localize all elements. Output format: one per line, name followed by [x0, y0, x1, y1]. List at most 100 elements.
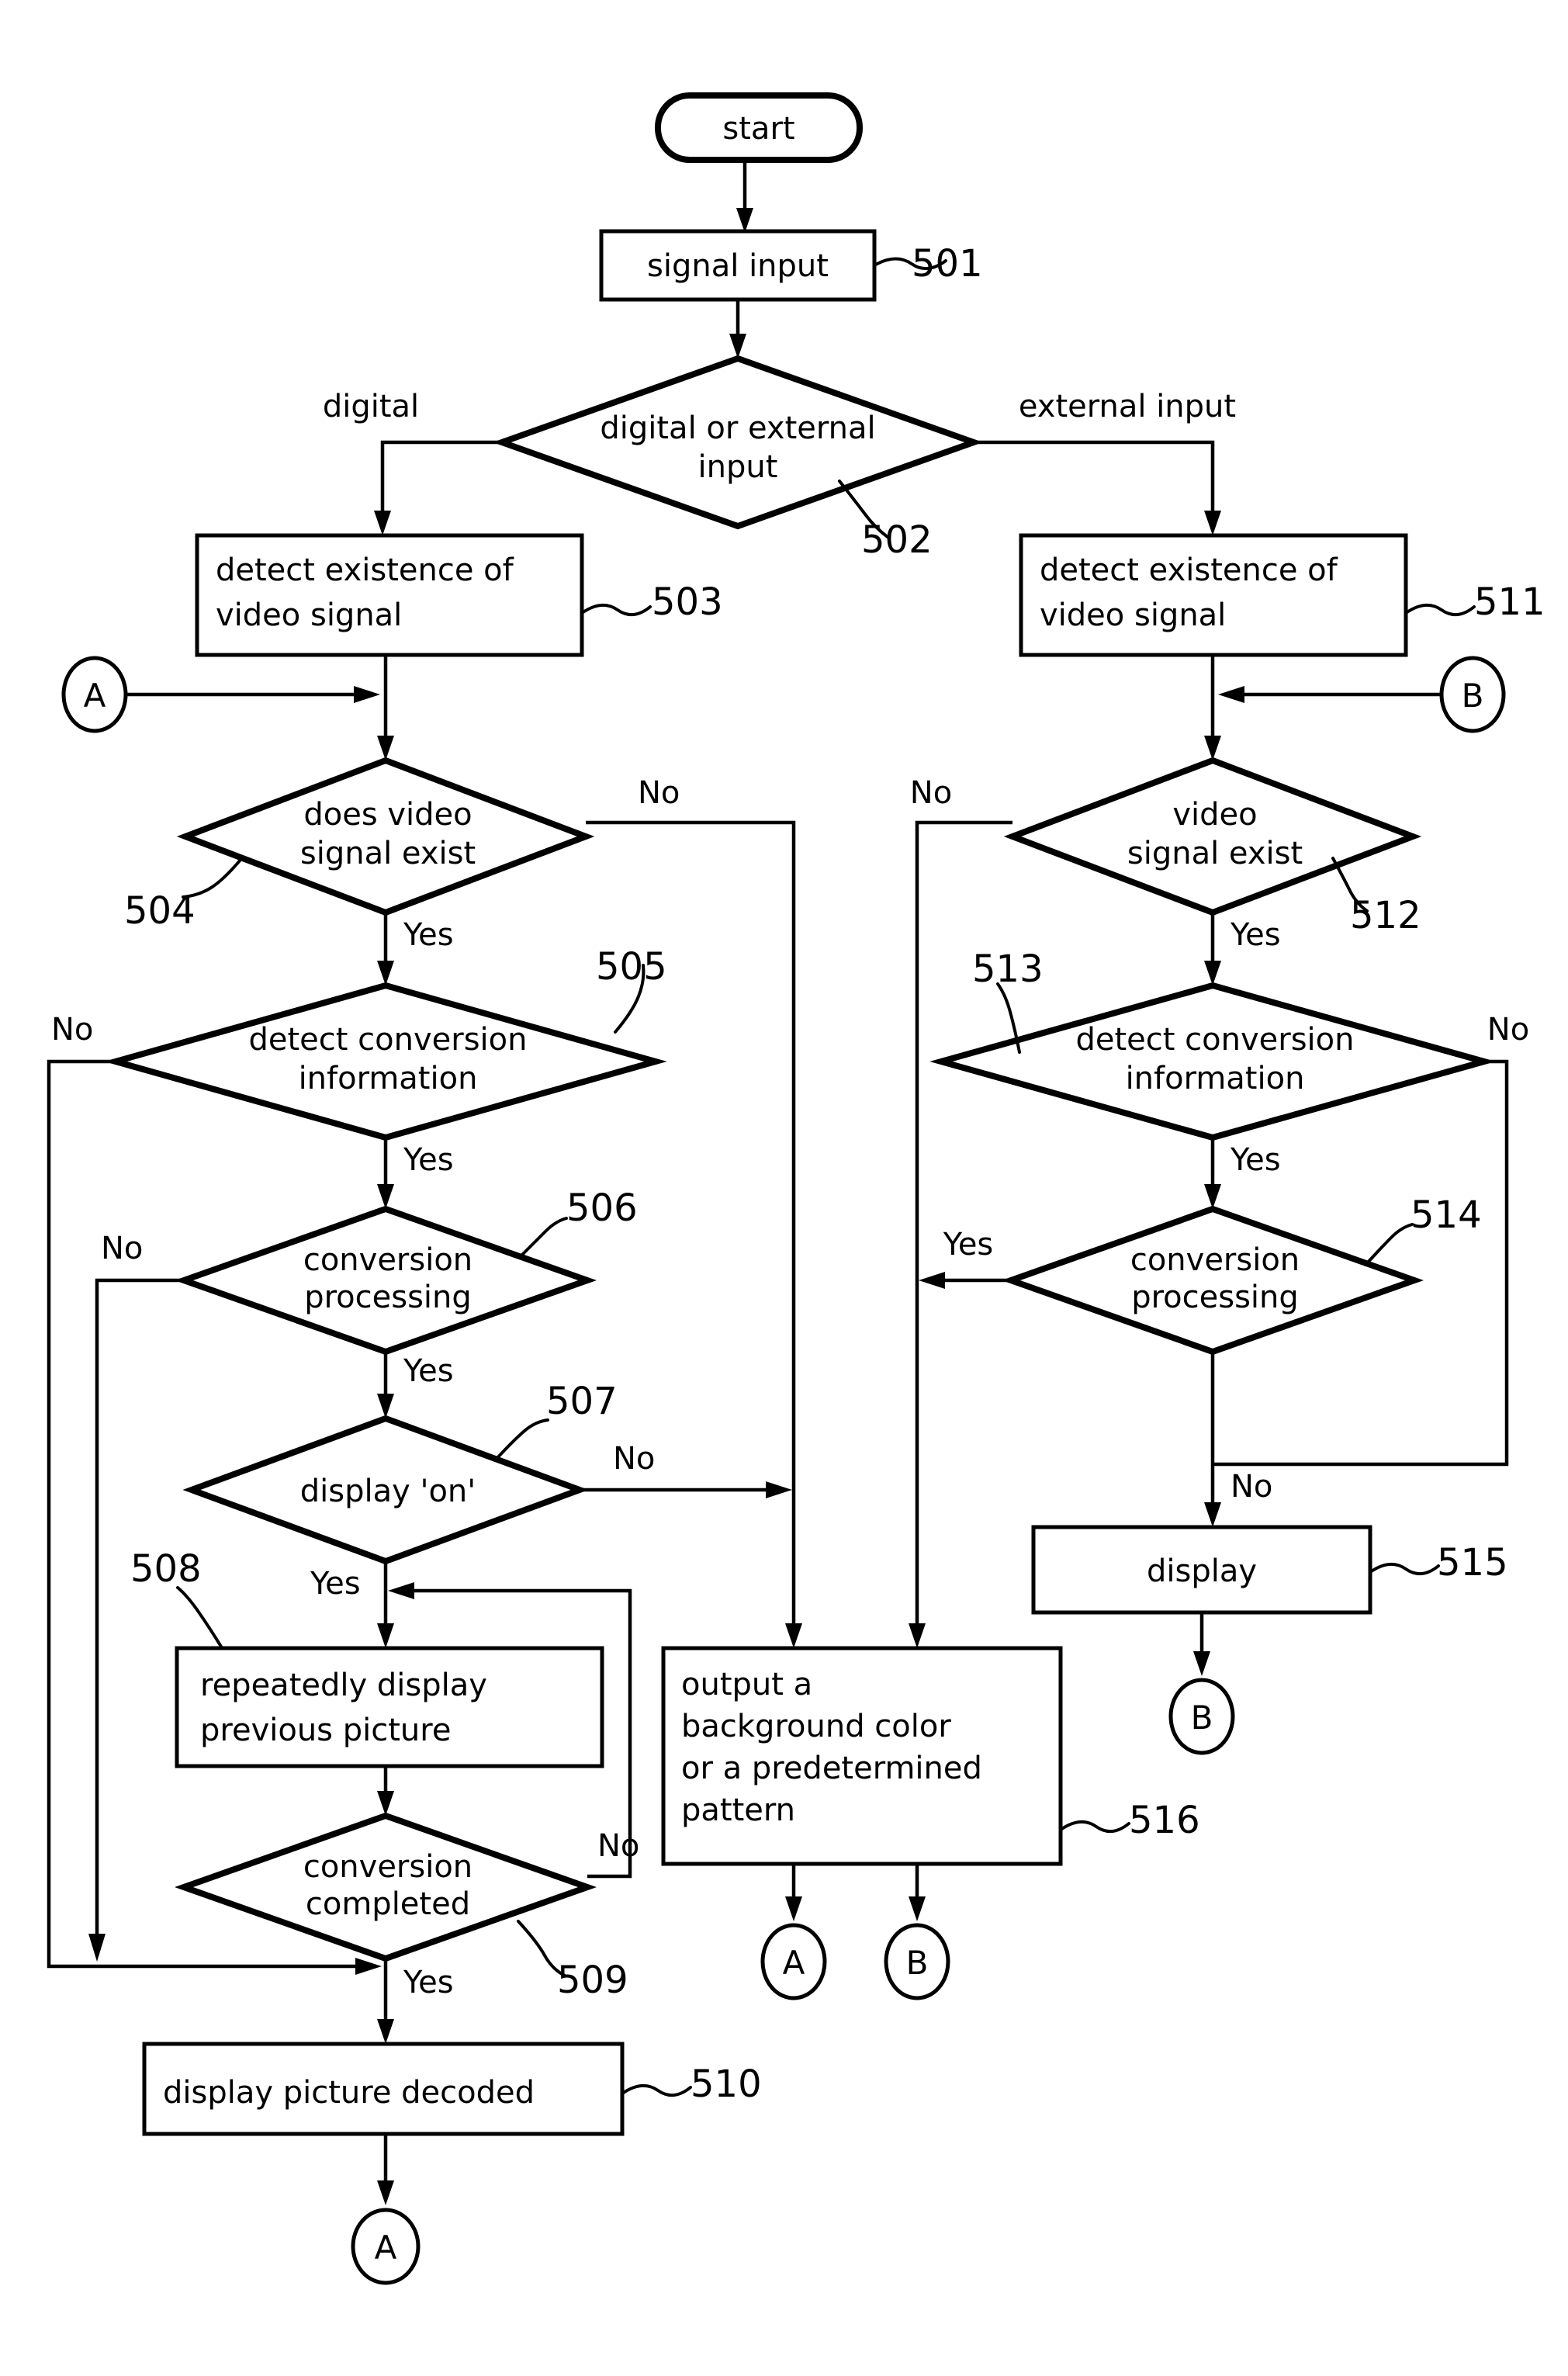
node-504-line1: does video [303, 797, 472, 833]
edge-502-digital: digital [323, 389, 502, 535]
node-512: video signal exist [1003, 757, 1422, 916]
ref-leader-505: 505 [596, 945, 667, 1034]
ref-leader-511: 511 [1404, 580, 1546, 624]
ref-512: 512 [1350, 894, 1421, 937]
node-512-line1: video [1172, 797, 1257, 833]
node-505-line2: information [299, 1061, 478, 1096]
edge-502-external: external input [974, 389, 1236, 535]
node-502-line1: digital or external [600, 410, 875, 446]
edge-label-yes-514: Yes [943, 1227, 994, 1262]
node-505-line1: detect conversion [248, 1022, 527, 1058]
edge-516-to-b [909, 1864, 926, 1921]
node-507-line1: display 'on' [300, 1474, 476, 1509]
connector-b-from-516-label: B [906, 1944, 929, 1982]
edge-label-no-512: No [910, 775, 952, 811]
node-516-line4: pattern [681, 1792, 795, 1828]
node-start: start [655, 92, 863, 163]
node-508-line2: previous picture [200, 1713, 451, 1748]
edge-507-no: No [580, 1441, 792, 1498]
edge-label-no-504: No [638, 775, 680, 811]
edge-515-to-b [1193, 1612, 1210, 1676]
node-509-line2: completed [306, 1886, 470, 1922]
edge-label-no-514: No [1231, 1469, 1272, 1505]
node-510: display picture decoded [142, 2042, 625, 2136]
ref-503: 503 [652, 580, 723, 624]
node-501: signal input [599, 229, 877, 302]
node-506: conversion processing [175, 1205, 597, 1356]
edge-label-yes-509: Yes [403, 1965, 454, 2000]
edge-label-yes-506: Yes [403, 1353, 454, 1389]
edge-506-yes: Yes [377, 1352, 454, 1418]
node-511-line1: detect existence of [1040, 552, 1338, 588]
node-516-line2: background color [681, 1709, 951, 1744]
ref-511: 511 [1474, 580, 1546, 624]
edge-label-yes-512: Yes [1230, 917, 1281, 953]
node-514-line1: conversion [1130, 1242, 1300, 1278]
edge-508-to-509 [377, 1766, 394, 1816]
connector-b-bottom-label: B [1191, 1699, 1213, 1737]
node-507: display 'on' [182, 1415, 589, 1565]
ref-leader-514: 514 [1364, 1193, 1482, 1266]
edge-label-yes-507: Yes [310, 1566, 361, 1602]
ref-515: 515 [1437, 1541, 1508, 1585]
ref-513: 513 [972, 947, 1044, 991]
node-516-line3: or a predetermined [681, 1751, 982, 1786]
connector-a-in: A [61, 656, 380, 733]
edge-label-no-513: No [1487, 1012, 1529, 1048]
node-509: conversion completed [175, 1812, 597, 1962]
ref-leader-508: 508 [130, 1547, 223, 1648]
node-513-line2: information [1126, 1061, 1305, 1096]
connector-b-from-516: B [884, 1923, 950, 2000]
edge-label-no-506: No [101, 1231, 143, 1266]
node-508-line1: repeatedly display [200, 1668, 487, 1703]
ref-leader-510: 510 [621, 2063, 762, 2106]
edge-514-no: No [1204, 1352, 1272, 1527]
edge-label-no-505: No [51, 1012, 93, 1048]
node-514: conversion processing [1002, 1205, 1424, 1356]
ref-leader-501: 501 [873, 242, 983, 286]
node-501-label: signal input [647, 248, 829, 284]
edge-label-yes-513: Yes [1230, 1142, 1281, 1178]
ref-507: 507 [546, 1380, 618, 1423]
ref-508: 508 [130, 1547, 202, 1591]
edge-start-to-501 [736, 160, 753, 233]
edge-510-to-a [377, 2134, 394, 2205]
ref-516: 516 [1129, 1799, 1200, 1842]
node-start-label: start [722, 111, 794, 147]
node-516: output a background color or a predeterm… [661, 1646, 1063, 1866]
ref-leader-515: 515 [1369, 1541, 1508, 1585]
ref-leader-509: 509 [517, 1920, 628, 2002]
edge-511-to-512 [1204, 655, 1221, 760]
node-503-line2: video signal [216, 597, 402, 633]
ref-514: 514 [1411, 1193, 1482, 1237]
connector-a-bottom: A [351, 2208, 421, 2285]
node-502: digital or external input [493, 355, 983, 530]
edge-512-no: No [909, 775, 1012, 1648]
edge-513-yes: Yes [1204, 1138, 1281, 1209]
ref-leader-507: 507 [493, 1380, 618, 1462]
edge-506-no: No [88, 1231, 184, 1962]
connector-a-bottom-label: A [375, 2229, 397, 2267]
connector-a-from-516: A [760, 1923, 827, 2000]
node-511: detect existence of video signal [1019, 533, 1408, 657]
connector-b-in-label: B [1462, 677, 1484, 715]
ref-509: 509 [557, 1959, 628, 2002]
ref-502: 502 [861, 518, 933, 562]
edge-label-yes-505: Yes [403, 1142, 454, 1178]
node-503-line1: detect existence of [216, 552, 514, 588]
ref-501: 501 [912, 242, 983, 286]
node-511-line2: video signal [1040, 597, 1226, 633]
node-512-line2: signal exist [1127, 836, 1303, 871]
ref-leader-506: 506 [518, 1186, 638, 1259]
connector-b-in: B [1218, 656, 1506, 733]
edge-label-no-509: No [597, 1828, 639, 1864]
node-503: detect existence of video signal [195, 533, 584, 657]
edge-501-to-502 [729, 300, 746, 358]
edge-505-yes: Yes [377, 1138, 454, 1209]
node-504-line2: signal exist [300, 836, 476, 871]
node-513: detect conversion information [929, 982, 1496, 1141]
ref-leader-502: 502 [838, 480, 933, 562]
node-513-line1: detect conversion [1075, 1022, 1354, 1058]
edge-label-digital: digital [323, 389, 419, 424]
edge-label-no-507: No [613, 1441, 655, 1477]
